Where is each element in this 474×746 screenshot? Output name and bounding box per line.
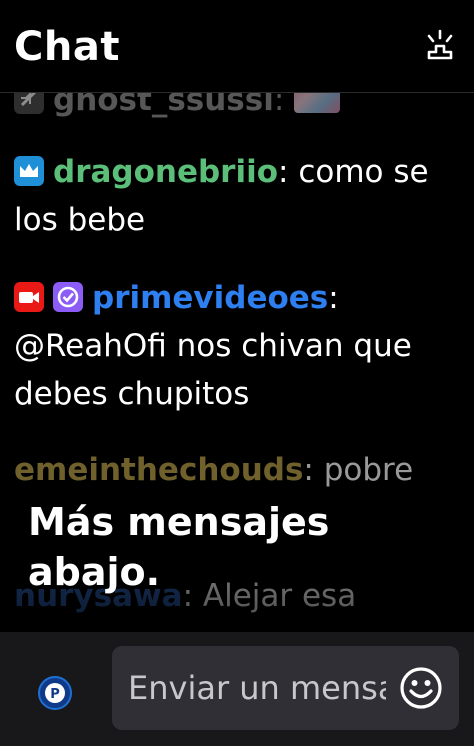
chat-title: Chat	[14, 24, 120, 70]
chat-username[interactable]: emeinthechouds	[14, 452, 303, 488]
verified-badge-icon	[53, 282, 83, 312]
chat-message: dragonebriio: como se los bebe	[14, 154, 429, 238]
message-input[interactable]	[128, 660, 386, 716]
smiley-icon[interactable]	[399, 666, 443, 710]
crown-badge-icon	[14, 156, 44, 186]
chat-message-text: pobre	[323, 452, 414, 488]
chat-username[interactable]: ghost_ssussi	[53, 92, 274, 118]
more-messages-button[interactable]: Más mensajes abajo.	[28, 497, 358, 597]
chat-username[interactable]: dragonebriio	[53, 154, 278, 190]
svg-text:P: P	[50, 687, 60, 702]
video-badge-icon	[14, 282, 44, 312]
user-avatar[interactable]: P	[38, 676, 72, 710]
muted-badge-icon	[14, 92, 44, 114]
chat-message: emeinthechouds: pobre	[14, 452, 414, 488]
chat-message: ghost_ssussi:	[14, 92, 460, 124]
chat-message: primevideoes: @ReahOfi nos chivan que de…	[14, 280, 412, 412]
chat-composer: P	[0, 632, 474, 746]
chat-emote	[294, 92, 341, 113]
message-input-box[interactable]	[112, 646, 459, 730]
live-activity-icon[interactable]	[422, 28, 458, 64]
chat-username[interactable]: primevideoes	[92, 280, 328, 316]
chat-message-text: @ReahOfi nos chivan que debes chupitos	[14, 328, 412, 412]
chat-header: Chat	[0, 0, 474, 93]
